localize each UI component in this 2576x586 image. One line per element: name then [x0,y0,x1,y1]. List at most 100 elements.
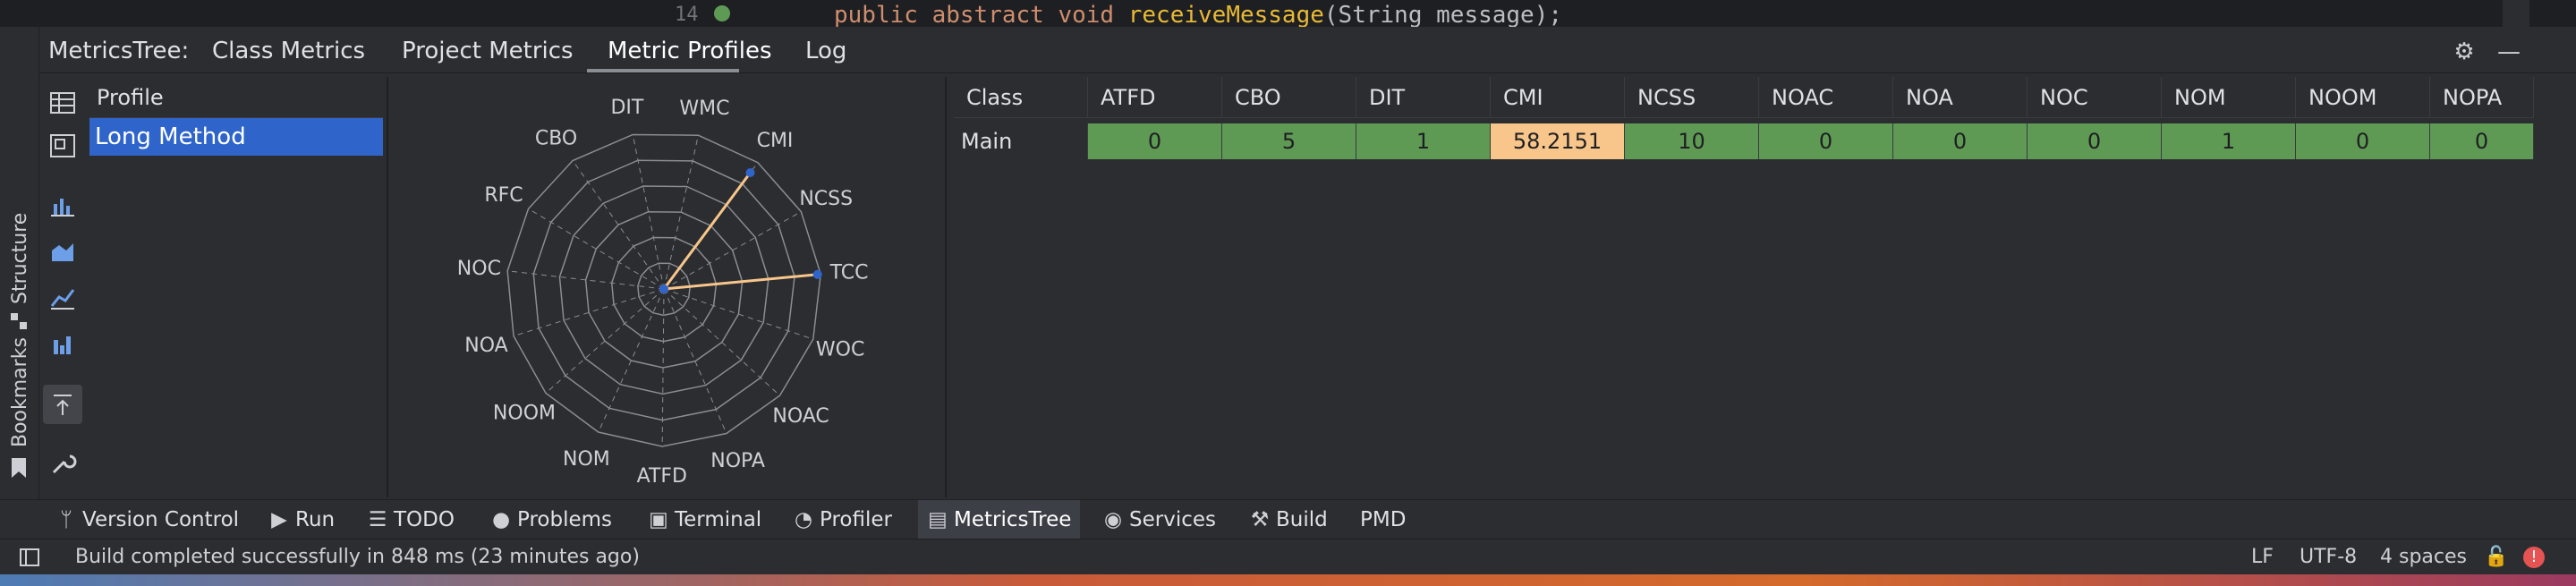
column-header-noom[interactable]: NOOM [2296,77,2430,118]
column-header-noac[interactable]: NOAC [1759,77,1893,118]
tab-class-metrics[interactable]: Class Metrics [212,38,365,64]
lock-icon[interactable]: 🔓 [2484,546,2508,568]
column-header-class[interactable]: Class [954,77,1088,118]
radar-chart: WMC CMI NCSS TCC WOC NOAC NOPA ATFD NOM NOOM NOA NO… [394,77,941,497]
profile-item-long-method[interactable]: Long Method [89,118,383,156]
version-control-label: Version Control [82,508,240,531]
gear-icon[interactable]: ⚙ [2452,39,2477,64]
column-header-cmi[interactable]: CMI [1491,77,1625,118]
metrics-tree-icon: ▤ [928,508,948,531]
desktop-background [0,574,2576,586]
radar-axis-label: CMI [757,130,794,152]
metric-cell-ncss[interactable]: 10 [1625,123,1759,159]
profile-list: Profile Long Method [89,77,383,497]
profiler-label: Profiler [820,508,892,531]
error-icon[interactable]: ! [2523,547,2545,568]
minimize-icon[interactable]: — [2496,39,2521,64]
code-keyword: void [1058,2,1115,29]
metrics-table: Class ATFD CBO DIT CMI NCSS NOAC NOA NOC NOM NOOM N… [954,77,2534,497]
pmd-label: PMD [1360,508,1407,531]
radar-axis-label: WOC [816,338,864,361]
file-encoding[interactable]: UTF-8 [2300,546,2357,568]
radar-center-point [659,285,668,293]
profile-header: Profile [89,77,383,118]
structure-tool-button[interactable]: Structure [9,213,31,304]
metric-cell-nom[interactable]: 1 [2162,123,2296,159]
terminal-icon: ▣ [649,508,668,531]
code-function: receiveMessage [1127,2,1324,29]
metric-cell-noom[interactable]: 0 [2296,123,2430,159]
bottom-tool-bar: ᛘ Version Control ▶ Run ☰ TODO ● Problems ▣ T… [0,499,2576,539]
problems-button[interactable]: ● Problems [490,500,612,539]
tab-log[interactable]: Log [805,38,846,64]
profiler-button[interactable]: ◔ Profiler [793,500,892,539]
code-line[interactable]: public abstract void receiveMessage(Stri… [834,2,1562,29]
metric-cell-nopa[interactable]: 0 [2430,123,2534,159]
bookmark-icon [12,458,26,478]
tab-metric-profiles[interactable]: Metric Profiles [608,38,772,64]
treemap-icon[interactable] [48,132,77,159]
indent-setting[interactable]: 4 spaces [2380,546,2467,568]
column-header-nopa[interactable]: NOPA [2430,77,2534,118]
code-keyword: abstract [931,2,1044,29]
radar-axis [572,160,665,290]
area-chart-icon[interactable] [48,238,77,265]
tool-window-header: MetricsTree: Class Metrics Project Metri… [39,27,2576,73]
column-header-cbo[interactable]: CBO [1222,77,1356,118]
services-icon: ◉ [1103,508,1123,531]
terminal-button[interactable]: ▣ Terminal [648,500,761,539]
build-label: Build [1276,508,1328,531]
radar-axis-label: NOA [464,335,507,357]
terminal-label: Terminal [675,508,762,531]
table-icon[interactable] [48,89,77,116]
column-header-noa[interactable]: NOA [1893,77,2028,118]
status-message[interactable]: Build completed successfully in 848 ms (… [75,546,640,568]
run-label: Run [295,508,336,531]
column-header-ncss[interactable]: NCSS [1625,77,1759,118]
list-icon: ☰ [368,508,387,531]
class-name-cell[interactable]: Main [954,123,1088,159]
splitter[interactable] [387,77,388,497]
toggle-panels-icon[interactable] [20,548,39,566]
build-button[interactable]: ⚒ Build [1249,500,1328,539]
radar-svg: WMC CMI NCSS TCC WOC NOAC NOPA ATFD NOM NOOM NOA NO… [457,97,869,488]
pmd-button[interactable]: PMD [1360,500,1406,539]
metric-cell-noc[interactable]: 0 [2028,123,2162,159]
column-header-nom[interactable]: NOM [2162,77,2296,118]
column-header-dit[interactable]: DIT [1356,77,1491,118]
splitter[interactable] [945,77,947,497]
metricstree-button[interactable]: ▤ MetricsTree [918,500,1081,539]
histogram-icon[interactable] [48,331,77,358]
metric-cell-atfd[interactable]: 0 [1088,123,1222,159]
code-rest: (String message); [1323,2,1563,29]
run-button[interactable]: ▶ Run [268,500,335,539]
metric-cell-dit[interactable]: 1 [1356,123,1491,159]
radar-axis-label: CBO [535,127,577,149]
services-label: Services [1129,508,1216,531]
bar-chart-icon[interactable] [48,191,77,218]
version-control-button[interactable]: ᛘ Version Control [55,500,239,539]
radar-axis-label: WMC [679,98,729,120]
line-separator[interactable]: LF [2251,546,2274,568]
table-row[interactable]: Main 0 5 1 58.2151 10 0 0 0 1 0 0 [954,123,2534,159]
metric-cell-cbo[interactable]: 5 [1222,123,1356,159]
radar-value-point[interactable] [812,269,822,279]
radar-axis-label: NOM [563,448,610,471]
editor-scrollbar[interactable] [2503,0,2529,27]
metric-cell-noac[interactable]: 0 [1759,123,1893,159]
export-button[interactable] [43,385,82,424]
column-header-atfd[interactable]: ATFD [1088,77,1222,118]
todo-button[interactable]: ☰ TODO [367,500,455,539]
metric-cell-noa[interactable]: 0 [1893,123,2028,159]
implemented-method-icon[interactable] [714,5,730,21]
line-chart-icon[interactable] [48,285,77,311]
metric-cell-cmi[interactable]: 58.2151 [1491,123,1625,159]
bookmarks-tool-button[interactable]: Bookmarks [9,337,31,447]
radar-value-point[interactable] [745,168,755,178]
profiler-icon: ◔ [794,508,813,531]
tab-project-metrics[interactable]: Project Metrics [402,38,574,64]
services-button[interactable]: ◉ Services [1102,500,1216,539]
metricstree-label: MetricsTree [954,508,1072,531]
column-header-noc[interactable]: NOC [2028,77,2162,118]
wrench-icon[interactable] [48,449,77,476]
